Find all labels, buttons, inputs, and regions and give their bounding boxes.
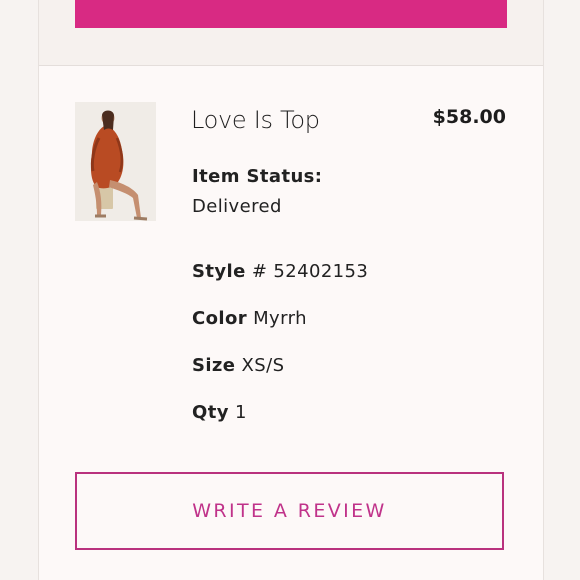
size-value: XS/S — [241, 355, 285, 376]
top-action-area — [39, 0, 543, 66]
quantity-label: Qty — [192, 402, 229, 423]
product-price: $58.00 — [432, 106, 506, 128]
order-line-item: Love Is Top $58.00 Item Status: Delivere… — [39, 66, 543, 580]
write-review-button[interactable]: WRITE A REVIEW — [75, 472, 504, 550]
item-status-label: Item Status: — [192, 166, 323, 187]
quantity-value: 1 — [234, 402, 247, 423]
order-detail-panel: Love Is Top $58.00 Item Status: Delivere… — [38, 0, 544, 580]
primary-action-button[interactable] — [75, 0, 507, 28]
product-photo-icon — [75, 102, 156, 221]
style-detail: Style # 52402153 — [192, 261, 368, 282]
style-value: # 52402153 — [251, 261, 369, 282]
style-label: Style — [192, 261, 246, 282]
item-status-value: Delivered — [192, 196, 282, 217]
color-detail: Color Myrrh — [192, 308, 307, 329]
product-thumbnail[interactable] — [75, 102, 156, 221]
product-title[interactable]: Love Is Top — [191, 106, 320, 134]
color-value: Myrrh — [253, 308, 307, 329]
size-label: Size — [192, 355, 236, 376]
quantity-detail: Qty 1 — [192, 402, 247, 423]
size-detail: Size XS/S — [192, 355, 284, 376]
color-label: Color — [192, 308, 247, 329]
